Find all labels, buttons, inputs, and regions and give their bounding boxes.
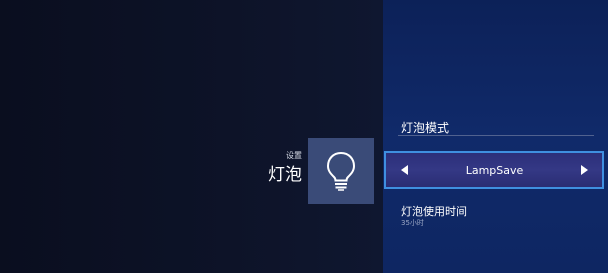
category-title: 灯泡 [268,165,302,185]
arrow-right-icon[interactable] [580,165,588,175]
left-pane [0,0,383,273]
bulb-mode-selector[interactable]: LampSave [384,151,604,189]
bulb-mode-value: LampSave [465,163,524,177]
bulb-usage-label[interactable]: 灯泡使用时间 [401,203,467,219]
settings-panel [383,0,608,273]
arrow-left-icon[interactable] [401,165,408,175]
section-divider [398,135,594,136]
bulb-mode-label: 灯泡模式 [401,121,450,135]
lightbulb-icon [326,151,356,191]
bulb-usage-value: 35小时 [401,219,424,227]
category-tile[interactable] [308,138,374,204]
